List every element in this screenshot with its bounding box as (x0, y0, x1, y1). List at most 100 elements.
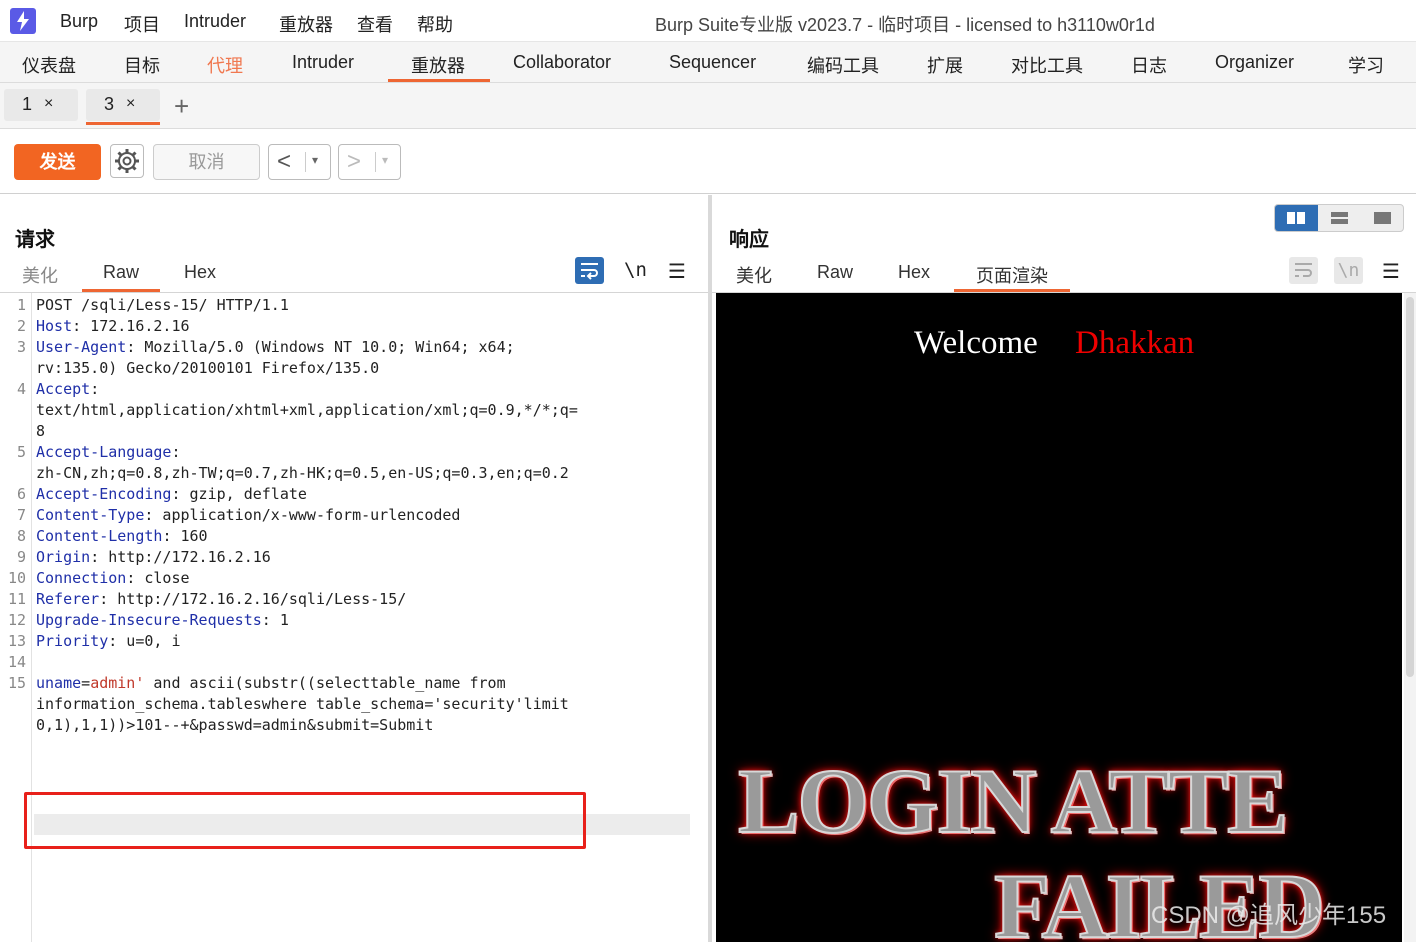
response-tab-pretty[interactable]: 美化 (736, 262, 772, 288)
request-line: Accept-Language: (36, 443, 181, 461)
tab-intruder[interactable]: Intruder (292, 52, 354, 73)
request-line: Upgrade-Insecure-Requests: 1 (36, 611, 289, 629)
menu-help[interactable]: 帮助 (417, 11, 453, 37)
line-number: 14 (7, 653, 26, 671)
menu-icon[interactable]: ☰ (1382, 259, 1400, 284)
layout-toggle[interactable] (1274, 204, 1404, 232)
request-editor[interactable]: 1 POST /sqli/Less-15/ HTTP/1.1 2 Host: 172.… (0, 293, 706, 942)
header-name: Host (36, 317, 73, 335)
layout-side-by-side-button[interactable] (1275, 205, 1318, 231)
request-heading: 请求 (15, 229, 55, 251)
settings-button[interactable] (110, 144, 144, 178)
line-number: 6 (16, 485, 26, 503)
word-wrap-button[interactable] (575, 257, 604, 284)
request-panel: 请求 美化 Raw Hex \n ☰ 1 POST /sqli/Less-15/ … (0, 195, 708, 942)
request-line: Connection: close (36, 569, 190, 587)
tab-organizer[interactable]: Organizer (1215, 52, 1294, 73)
tab-repeater[interactable]: 重放器 (411, 52, 465, 78)
request-tab-pretty[interactable]: 美化 (22, 262, 58, 288)
request-tab-raw[interactable]: Raw (103, 262, 139, 283)
columns-icon (1287, 212, 1305, 224)
line-number: 5 (16, 443, 26, 461)
tab-proxy[interactable]: 代理 (207, 52, 243, 78)
tab-target[interactable]: 目标 (124, 52, 160, 78)
tab-decoder[interactable]: 编码工具 (807, 52, 879, 78)
next-button[interactable]: > ▾ (338, 144, 401, 180)
header-name: Referer (36, 590, 100, 608)
header-value: http://172.16.2.16/sqli/Less-15/ (108, 590, 407, 608)
request-line: 8 (36, 422, 46, 440)
tab-comparer[interactable]: 对比工具 (1011, 52, 1083, 78)
wrap-icon (581, 263, 598, 280)
header-value: application/x-www-form-urlencoded (153, 506, 461, 524)
render-scrollbar[interactable] (1404, 293, 1416, 942)
menu-intruder[interactable]: Intruder (184, 11, 246, 32)
repeater-tab-1[interactable]: 1 × (4, 89, 78, 121)
header-name: Priority (36, 632, 109, 650)
param-name: uname (36, 674, 82, 692)
request-line: uname=admin' and ascii(substr((selecttab… (36, 674, 506, 692)
header-value: http://172.16.2.16 (99, 548, 271, 566)
add-tab-icon[interactable]: + (174, 91, 189, 122)
cancel-button[interactable]: 取消 (153, 144, 260, 180)
header-value: gzip, deflate (180, 485, 307, 503)
response-tab-raw[interactable]: Raw (817, 262, 853, 283)
header-value: Mozilla/5.0 (Windows NT 10.0; Win64; x64… (135, 338, 515, 356)
tab-extensions[interactable]: 扩展 (927, 52, 963, 78)
line-number: 1 (16, 296, 26, 314)
chevron-right-icon: > (347, 148, 362, 175)
header-name: User-Agent (36, 338, 127, 356)
menu-burp[interactable]: Burp (60, 11, 98, 32)
repeater-tab-bar: 1 × 3 × + (0, 83, 1416, 129)
request-tab-hex[interactable]: Hex (184, 262, 216, 283)
close-icon[interactable]: × (44, 95, 53, 113)
active-tab-indicator (388, 79, 490, 82)
header-name: Origin (36, 548, 91, 566)
tab-logger[interactable]: 日志 (1131, 52, 1167, 78)
header-name: Accept-Language (36, 443, 172, 461)
header-name: Connection (36, 569, 127, 587)
close-icon[interactable]: × (126, 95, 135, 113)
request-line: text/html,application/xhtml+xml,applicat… (36, 401, 578, 419)
response-tab-render[interactable]: 页面渲染 (976, 262, 1048, 288)
rendered-page: Welcome Dhakkan LOGIN ATTE FAILED CSDN @… (716, 293, 1402, 942)
login-failed-banner-line1: LOGIN ATTE (737, 749, 1289, 853)
request-line: Accept-Encoding: gzip, deflate (36, 485, 307, 503)
menu-icon[interactable]: ☰ (668, 259, 686, 284)
request-line: rv:135.0) Gecko/20100101 Firefox/135.0 (36, 359, 380, 377)
chevron-down-icon[interactable]: ▾ (382, 153, 388, 167)
header-value: 172.16.2.16 (81, 317, 190, 335)
divider (305, 152, 306, 172)
rows-icon (1331, 212, 1348, 224)
show-newlines-button[interactable]: \n (1334, 257, 1363, 284)
request-line: Content-Type: application/x-www-form-url… (36, 506, 461, 524)
layout-vertical-button[interactable] (1318, 205, 1361, 231)
tab-collaborator[interactable]: Collaborator (513, 52, 611, 73)
response-tab-hex[interactable]: Hex (898, 262, 930, 283)
tab-dashboard[interactable]: 仪表盘 (22, 52, 76, 78)
request-line: Priority: u=0, i (36, 632, 181, 650)
line-number: 2 (16, 317, 26, 335)
layout-tabs-button[interactable] (1361, 205, 1403, 231)
active-subtab-indicator (86, 122, 160, 125)
menu-repeater[interactable]: 重放器 (279, 11, 333, 37)
send-button[interactable]: 发送 (14, 144, 101, 180)
request-line: zh-CN,zh;q=0.8,zh-TW;q=0.7,zh-HK;q=0.5,e… (36, 464, 569, 482)
header-name: Upgrade-Insecure-Requests (36, 611, 262, 629)
scrollbar-thumb[interactable] (1406, 297, 1414, 677)
previous-button[interactable]: < ▾ (268, 144, 331, 180)
wrap-icon (1295, 263, 1312, 277)
tab-sequencer[interactable]: Sequencer (669, 52, 756, 73)
chevron-down-icon[interactable]: ▾ (312, 153, 318, 167)
watermark: CSDN @追风少年155 (1151, 902, 1387, 929)
repeater-tab-3[interactable]: 3 × (86, 89, 160, 121)
request-line: 0,1),1,1))>101--+&passwd=admin&submit=Su… (36, 716, 434, 734)
menu-project[interactable]: 项目 (124, 11, 160, 37)
show-newlines-button[interactable]: \n (624, 259, 647, 281)
word-wrap-button[interactable] (1289, 257, 1318, 284)
response-heading: 响应 (729, 229, 769, 251)
tab-learn[interactable]: 学习 (1348, 52, 1384, 78)
payload-text: and ascii(substr((selecttable_name from (144, 674, 506, 692)
menu-view[interactable]: 查看 (357, 11, 393, 37)
welcome-name: Dhakkan (1075, 325, 1195, 361)
